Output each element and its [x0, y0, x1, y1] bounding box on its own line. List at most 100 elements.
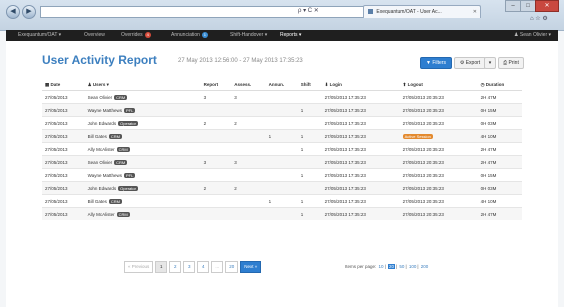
cell-date: 27/05/2013 — [42, 207, 85, 220]
logout-time: 27/05/2013 20:35:23 — [402, 211, 444, 217]
cell-annun: 1 — [265, 129, 298, 143]
table-row[interactable]: 27/05/2013 Ally McAlister CRM 1 27/05/2013 1… — [42, 207, 522, 220]
page-20-button[interactable]: 20 — [225, 261, 239, 273]
user-name[interactable]: Wayne Matthews — [88, 108, 122, 113]
cell-assess: 3 — [231, 90, 266, 104]
table-row[interactable]: 27/05/2013 Sean Olivier CRM 3 3 27/05/2013 17… — [42, 90, 522, 104]
browser-tab[interactable]: Exequantum/OAT - User Ac... ✕ — [363, 5, 481, 18]
table-row[interactable]: 27/05/2013 John Edwards Operator 2 2 27/05/20… — [42, 181, 522, 195]
cell-duration: 4H 10M — [477, 129, 522, 143]
per-page-10[interactable]: 10 — [379, 264, 384, 269]
back-icon[interactable]: ◀ — [6, 5, 20, 19]
cell-login: 27/05/2013 17:35:23 — [321, 103, 400, 117]
cell-annun — [265, 155, 298, 169]
logout-time: 27/05/2013 20:35:23 — [402, 198, 444, 204]
role-badge: CRM — [114, 159, 128, 165]
page-subtitle: 27 May 2013 12:56:00 - 27 May 2013 17:35… — [178, 58, 303, 64]
cell-report — [200, 194, 232, 208]
per-page-100[interactable]: 100 — [409, 264, 417, 269]
user-name[interactable]: Bill Gates — [88, 134, 107, 139]
role-badge: CRM — [116, 146, 130, 152]
per-page-200[interactable]: 200 — [421, 264, 429, 269]
col-shift[interactable]: Shift — [297, 79, 322, 91]
col-logout[interactable]: ⬆ Logout — [399, 79, 478, 91]
col-annun[interactable]: Annun. — [265, 79, 298, 91]
previous-page-button[interactable]: « Previous — [124, 261, 154, 273]
col-report[interactable]: Report — [200, 79, 232, 91]
col-date[interactable]: ▦ Date — [42, 79, 85, 91]
cell-duration: 4H 10M — [477, 194, 522, 208]
cell-assess — [231, 207, 266, 220]
cell-user: Wayne Matthews PFL — [84, 168, 201, 182]
table-header-row: ▦ Date ♟ Users ▾ Report Assess. Annun. S… — [42, 79, 522, 91]
table-row[interactable]: 27/05/2013 Wayne Matthews PFL 1 27/05/2013 1… — [42, 168, 522, 182]
role-badge: CRM — [108, 198, 122, 204]
close-tab-icon[interactable]: ✕ — [473, 6, 477, 18]
cell-shift: 1 — [297, 142, 322, 156]
print-button[interactable]: ⎙ Print — [498, 57, 524, 69]
nav-shift-handover[interactable]: Shift-Handover ▾ — [230, 30, 267, 41]
export-caret-button[interactable]: ▾ — [484, 57, 496, 69]
cell-logout: 27/05/2013 20:35:23 — [399, 168, 478, 182]
close-window-icon[interactable]: ✕ — [535, 0, 559, 12]
active-session-badge: Active Session — [402, 133, 433, 139]
export-button[interactable]: ⚙ Export — [454, 57, 486, 69]
cell-annun — [265, 168, 298, 182]
cell-report: 3 — [200, 155, 232, 169]
maximize-icon[interactable]: □ — [520, 0, 536, 12]
cell-login: 27/05/2013 17:35:23 — [321, 207, 400, 220]
per-page-label: Items per page: — [345, 264, 377, 269]
minimize-icon[interactable]: – — [505, 0, 521, 12]
nav-overview[interactable]: Overview — [84, 30, 105, 41]
col-duration[interactable]: ◷ Duration — [477, 79, 522, 91]
col-login[interactable]: ⬇ Login — [321, 79, 400, 91]
cell-duration: 0H 03M — [477, 116, 522, 130]
home-star-gear-icons[interactable]: ⌂ ☆ ⚙ — [530, 15, 548, 22]
user-name[interactable]: John Edwards — [88, 121, 117, 126]
address-bar-icons[interactable]: ρ ▾ C ✕ — [298, 7, 319, 14]
nav-user-menu[interactable]: ♟ Sean Olivier ▾ — [514, 30, 551, 41]
page-4-button[interactable]: 4 — [197, 261, 210, 273]
page-1-button[interactable]: 1 — [155, 261, 168, 273]
cell-annun — [265, 103, 298, 117]
cell-login: 27/05/2013 17:35:23 — [321, 116, 400, 130]
page-2-button[interactable]: 2 — [169, 261, 182, 273]
user-name[interactable]: Sean Olivier — [88, 160, 113, 165]
cell-duration: 2H 47M — [477, 207, 522, 220]
table-row[interactable]: 27/05/2013 John Edwards Operator 2 2 27/05/20… — [42, 116, 522, 130]
table-row[interactable]: 27/05/2013 Bill Gates CRM 1 1 27/05/2013 17:3… — [42, 129, 522, 143]
nav-brand[interactable]: Exequantum/OAT ▾ — [18, 30, 61, 41]
logout-time: 27/05/2013 20:35:23 — [402, 185, 444, 191]
table-row[interactable]: 27/05/2013 Ally McAlister CRM 1 27/05/2013 1… — [42, 142, 522, 156]
role-badge: Operator — [118, 185, 138, 191]
next-page-button[interactable]: Next » — [240, 261, 262, 273]
items-per-page: Items per page: 10| 20 | 50| 100| 200 — [345, 264, 429, 269]
user-name[interactable]: Ally McAlister — [88, 147, 115, 152]
cell-logout: 27/05/2013 20:35:23 — [399, 207, 478, 220]
col-assess[interactable]: Assess. — [231, 79, 266, 91]
cell-date: 27/05/2013 — [42, 116, 85, 130]
favicon-icon — [368, 9, 373, 15]
table-row[interactable]: 27/05/2013 Sean Olivier CRM 3 3 27/05/2013 17… — [42, 155, 522, 169]
page-3-button[interactable]: 3 — [183, 261, 196, 273]
user-name[interactable]: Bill Gates — [88, 199, 107, 204]
table-row[interactable]: 27/05/2013 Bill Gates CRM 1 1 27/05/2013 17:3… — [42, 194, 522, 208]
cell-shift: 1 — [297, 207, 322, 220]
nav-reports[interactable]: Reports ▾ — [280, 30, 301, 41]
cell-assess: 2 — [231, 181, 266, 195]
user-name[interactable]: Ally McAlister — [88, 212, 115, 217]
cell-duration: 2H 47M — [477, 142, 522, 156]
per-page-50[interactable]: 50 — [399, 264, 404, 269]
cell-report: 2 — [200, 116, 232, 130]
nav-annunciation[interactable]: Annunciation 1 — [171, 30, 208, 41]
forward-icon[interactable]: ▶ — [22, 5, 36, 19]
nav-overrides[interactable]: Overrides 4 — [121, 30, 151, 41]
user-name[interactable]: Sean Olivier — [88, 95, 113, 100]
per-page-20[interactable]: 20 — [387, 264, 395, 269]
user-name[interactable]: John Edwards — [88, 186, 117, 191]
user-name[interactable]: Wayne Matthews — [88, 173, 122, 178]
filters-button[interactable]: ▼ Filters — [420, 57, 452, 69]
table-row[interactable]: 27/05/2013 Wayne Matthews PFL 1 27/05/2013 1… — [42, 103, 522, 117]
col-users[interactable]: ♟ Users ▾ — [84, 79, 201, 91]
cell-user: Bill Gates CRM — [84, 129, 201, 143]
